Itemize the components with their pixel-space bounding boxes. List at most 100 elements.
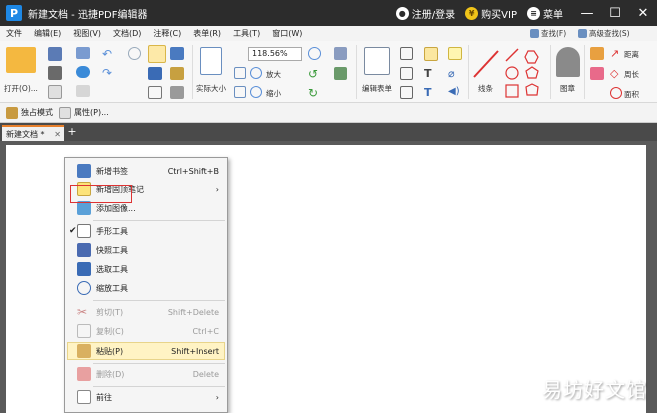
menu-item-go-to[interactable]: 前往 ›: [65, 388, 227, 406]
minimize-button[interactable]: —: [573, 0, 601, 26]
exclusive-mode-button[interactable]: 独占模式: [6, 106, 53, 119]
distance-icon[interactable]: ↗: [610, 47, 622, 60]
cloud-icon[interactable]: [76, 66, 90, 78]
select-object-icon[interactable]: [170, 67, 184, 80]
find-button[interactable]: 查找(F): [530, 28, 566, 39]
menu-item-hand-tool[interactable]: ✔ 手形工具: [65, 222, 227, 240]
menu-file[interactable]: 文件: [0, 28, 28, 39]
button-field-icon[interactable]: [400, 86, 413, 99]
save-icon[interactable]: [48, 47, 62, 61]
zoom-magnifier-icon[interactable]: [308, 47, 321, 60]
stamp-page-icon[interactable]: [170, 86, 184, 99]
menu-item-copy[interactable]: 复制(C) Ctrl+C: [65, 322, 227, 340]
zoom-out-label[interactable]: 缩小: [266, 88, 281, 99]
doc-insert-icon[interactable]: [334, 67, 347, 80]
tab-new-document[interactable]: 新建文档 * ✕: [2, 125, 64, 141]
text-field-icon[interactable]: [400, 47, 413, 60]
submenu-arrow-icon: ›: [215, 392, 219, 402]
clipboard-icon: [77, 344, 91, 358]
menu-item-label: 手形工具: [96, 226, 128, 236]
select-text-icon[interactable]: [148, 67, 162, 80]
menu-view[interactable]: 视图(V): [67, 28, 107, 39]
menu-item-zoom-tool[interactable]: 缩放工具: [65, 279, 227, 297]
hand-tool-icon[interactable]: [148, 45, 166, 63]
import-icon[interactable]: [76, 85, 90, 97]
back-icon[interactable]: [128, 47, 141, 60]
window-title: 新建文档 - 迅捷PDF编辑器: [28, 9, 148, 21]
rotate-right-icon[interactable]: ↻: [308, 86, 321, 100]
email-icon[interactable]: [76, 47, 90, 59]
perimeter-label[interactable]: 周长: [624, 69, 639, 80]
menu-item-select-tool[interactable]: 选取工具: [65, 260, 227, 278]
note-icon[interactable]: [448, 47, 462, 60]
menu-comment[interactable]: 注释(C): [147, 28, 187, 39]
bookmark-add-icon: [77, 164, 91, 178]
shape-tools-icon[interactable]: [504, 47, 548, 101]
edit-form-icon[interactable]: [364, 47, 390, 75]
menu-item-label: 快照工具: [96, 245, 128, 255]
sound-icon[interactable]: ◀): [448, 86, 462, 99]
menu-edit[interactable]: 编辑(E): [28, 28, 67, 39]
menu-item-label: 添加图像...: [96, 203, 136, 213]
go-to-page-icon: [77, 390, 91, 404]
area-label[interactable]: 面积: [624, 89, 639, 100]
print-icon[interactable]: [48, 66, 62, 80]
fit-width-icon[interactable]: [234, 86, 246, 98]
line-tool-icon[interactable]: [472, 49, 500, 79]
strikeout-icon[interactable]: T: [424, 67, 438, 80]
find-label: 查找(F): [541, 29, 567, 38]
stamp-label: 图章: [560, 84, 575, 93]
properties-button[interactable]: 属性(P)...: [59, 106, 109, 119]
image-add-icon: [77, 201, 91, 215]
typewriter-icon[interactable]: [424, 47, 438, 61]
crop-icon[interactable]: [148, 86, 162, 99]
zoom-in-label[interactable]: 放大: [266, 69, 281, 80]
maximize-button[interactable]: ☐: [601, 0, 629, 26]
menu-item-delete[interactable]: 删除(D) Delete: [65, 365, 227, 383]
stamp-icon[interactable]: [556, 47, 580, 77]
undo-icon[interactable]: ↶: [102, 47, 116, 61]
zoom-out-icon[interactable]: [250, 86, 262, 98]
fit-page-icon[interactable]: [234, 67, 246, 79]
menu-document[interactable]: 文档(D): [107, 28, 147, 39]
add-tab-icon[interactable]: +: [66, 125, 78, 139]
actual-size-icon[interactable]: [200, 47, 222, 75]
attachment-icon[interactable]: ⌀: [448, 67, 462, 80]
open-label: 打开(O)...: [4, 84, 38, 93]
distance-label[interactable]: 距离: [624, 49, 639, 60]
underline-icon[interactable]: T: [424, 86, 438, 99]
snapshot-icon[interactable]: [170, 47, 184, 60]
login-button[interactable]: ● 注册/登录: [395, 6, 455, 21]
zoom-icon: [77, 281, 91, 295]
redo-icon[interactable]: ↷: [102, 66, 116, 80]
doc-tools-icon[interactable]: [334, 47, 347, 60]
main-menu-button[interactable]: ≡ 菜单: [527, 6, 563, 21]
menu-item-label: 复制(C): [96, 326, 124, 336]
pencil-icon[interactable]: [590, 47, 604, 60]
menu-form[interactable]: 表单(R): [187, 28, 227, 39]
open-folder-icon[interactable]: [6, 47, 36, 73]
menu-item-label: 选取工具: [96, 264, 128, 274]
vip-label: 购买VIP: [481, 9, 517, 21]
perimeter-icon[interactable]: ◇: [610, 67, 622, 80]
menu-item-snapshot-tool[interactable]: 快照工具: [65, 241, 227, 259]
rotate-left-icon[interactable]: ↺: [308, 67, 321, 81]
coin-icon: ¥: [465, 6, 479, 20]
zoom-combo[interactable]: 118.56%: [248, 47, 302, 61]
advanced-find-button[interactable]: 高级查找(S): [578, 28, 630, 39]
exclusive-mode-icon: [6, 106, 18, 119]
buy-vip-button[interactable]: ¥ 购买VIP: [465, 6, 517, 21]
list-field-icon[interactable]: [400, 67, 413, 80]
menu-tools[interactable]: 工具(T): [227, 28, 266, 39]
menu-item-add-bookmark[interactable]: 新增书签 Ctrl+Shift+B: [65, 162, 227, 180]
menu-item-cut[interactable]: ✂ 剪切(T) Shift+Delete: [65, 303, 227, 321]
menu-item-paste[interactable]: 粘贴(P) Shift+Insert: [65, 342, 227, 360]
new-document-icon[interactable]: [48, 85, 62, 99]
menu-item-label: 剪切(T): [96, 307, 124, 317]
area-measure-icon[interactable]: [610, 87, 622, 99]
close-button[interactable]: ✕: [629, 0, 657, 26]
eraser-icon[interactable]: [590, 67, 604, 80]
camera-icon: [77, 243, 91, 257]
zoom-in-icon[interactable]: [250, 67, 262, 79]
menu-window[interactable]: 窗口(W): [266, 28, 308, 39]
